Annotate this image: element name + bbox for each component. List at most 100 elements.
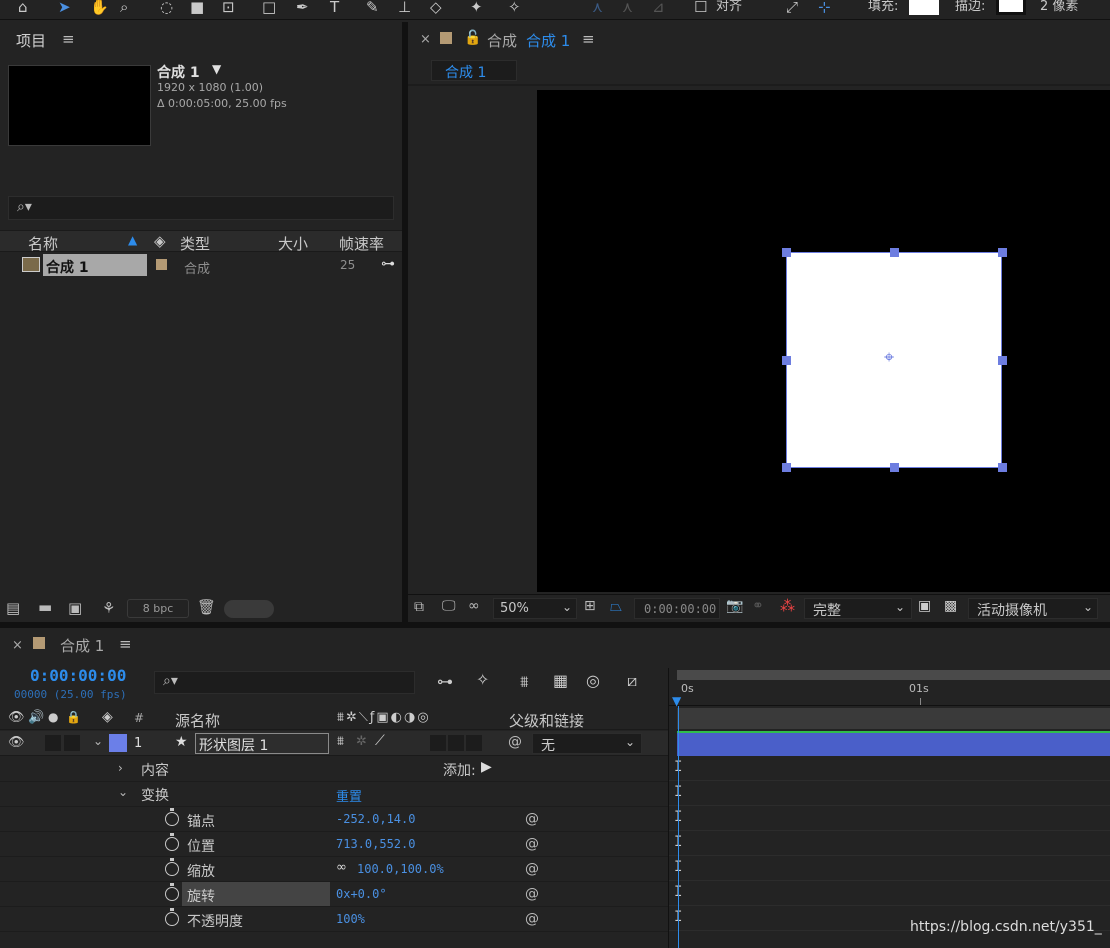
handle-bottom-center[interactable] (890, 463, 899, 472)
video-eye-icon[interactable]: 👁 (8, 710, 25, 725)
column-size[interactable]: 大小 (278, 233, 308, 254)
lock-icon[interactable]: 🔓 (464, 30, 481, 46)
project-settings-icon[interactable]: ⚘ (102, 599, 115, 617)
property-value[interactable]: 0x+0.0° (336, 887, 387, 901)
expression-pickwhip-icon[interactable]: @ (525, 861, 539, 877)
hand-tool-icon[interactable]: ✋ (90, 0, 109, 16)
align-checkbox-icon[interactable]: ☐ (694, 0, 707, 16)
snap-icon-2[interactable]: ⋏ (622, 0, 633, 16)
layer-row[interactable]: 👁 ⌄ 1 ★ 形状图层 1 ⩩ ✲ ⟋ @ 无 ⌄ (0, 731, 668, 756)
property-value[interactable]: 100% (336, 912, 365, 926)
camera-tool-icon[interactable]: ■ (190, 0, 204, 16)
fill-swatch[interactable] (909, 0, 939, 15)
constrain-proportions-icon[interactable]: ∞ (336, 860, 347, 875)
stopwatch-icon[interactable] (165, 908, 179, 926)
label-tag-icon[interactable]: ◈ (102, 709, 113, 725)
collapse-chevron-icon[interactable]: ⌄ (118, 785, 128, 799)
expression-pickwhip-icon[interactable]: @ (525, 911, 539, 927)
pan-behind-tool-icon[interactable]: ⊡ (222, 0, 235, 16)
flowchart-icon[interactable]: ⊶ (381, 256, 395, 272)
audio-icon[interactable]: 🔊 (28, 710, 44, 725)
layer-duration-bar[interactable] (677, 731, 1110, 756)
expression-pickwhip-icon[interactable]: @ (525, 811, 539, 827)
stopwatch-icon[interactable] (165, 808, 179, 826)
comp-mini-flowchart-icon[interactable]: ⊶ (437, 672, 453, 691)
snap-icon-1[interactable]: ⋏ (592, 0, 603, 16)
close-icon[interactable]: × (12, 638, 23, 653)
handle-bottom-left[interactable] (782, 463, 791, 472)
camera-select[interactable]: 活动摄像机 ⌄ (968, 598, 1098, 619)
work-area-bar[interactable] (677, 670, 1110, 680)
property-value[interactable]: 713.0,552.0 (336, 837, 415, 851)
viewer-title-link[interactable]: 合成 1 (526, 30, 570, 51)
caret-down-icon[interactable]: ▼ (212, 62, 221, 76)
label-color-swatch[interactable] (156, 259, 167, 270)
switch-box-1[interactable] (430, 735, 446, 751)
pickwhip-icon[interactable]: @ (508, 734, 522, 750)
trash-icon[interactable]: 🗑 (197, 598, 216, 616)
draft-3d-icon[interactable]: ✧ (476, 670, 489, 689)
thumbnail-slider[interactable] (224, 600, 274, 618)
layer-name-field[interactable]: 形状图层 1 (195, 733, 329, 754)
snapshot-camera-icon[interactable]: 📷 (726, 598, 743, 614)
item-name[interactable]: 合成 1 (46, 257, 89, 277)
resolution-select[interactable]: 完整 ⌄ (804, 598, 912, 619)
handle-bottom-right[interactable] (998, 463, 1007, 472)
parent-select[interactable]: 无 ⌄ (532, 733, 642, 754)
handle-top-center[interactable] (890, 248, 899, 257)
collapse-switch-icon[interactable]: ✲ (356, 734, 367, 749)
cti-head-icon[interactable]: ▼ (672, 694, 681, 708)
snap-icon-3[interactable]: ⊿ (652, 0, 665, 16)
zoom-tool-icon[interactable]: ⌕ (120, 0, 128, 16)
lock-icon[interactable]: 🔒 (66, 710, 81, 724)
add-menu-icon[interactable]: ▶ (481, 759, 492, 775)
new-folder-icon[interactable]: ▬ (38, 598, 52, 616)
clone-stamp-icon[interactable]: ⊥ (398, 0, 411, 16)
column-source-name[interactable]: 源名称 (175, 710, 220, 731)
handle-middle-left[interactable] (782, 356, 791, 365)
panel-menu-icon[interactable]: ≡ (119, 635, 132, 653)
target-icon[interactable]: ⊹ (818, 0, 831, 16)
content-row[interactable]: › 内容 添加: ▶ (0, 757, 668, 782)
grid-guides-icon[interactable]: ⊞ (584, 598, 596, 614)
selection-tool-icon[interactable]: ➤ (58, 0, 71, 16)
current-time-indicator[interactable] (678, 706, 679, 948)
stopwatch-icon[interactable] (165, 858, 179, 876)
handle-top-left[interactable] (782, 248, 791, 257)
column-fps[interactable]: 帧速率 (339, 233, 384, 254)
quality-switch-icon[interactable]: ⟋ (375, 733, 385, 749)
region-of-interest-icon[interactable]: ▣ (918, 598, 931, 614)
property-row-opacity[interactable]: 不透明度 100% @ (0, 907, 668, 932)
interpret-footage-icon[interactable]: ▤ (6, 599, 20, 617)
viewer-timecode-field[interactable]: 0:00:00:00 (634, 598, 720, 619)
label-tag-icon[interactable]: ◈ (154, 232, 166, 250)
stroke-width[interactable]: 2 像素 (1040, 0, 1078, 16)
project-item-row[interactable]: 合成 1 合成 25 ⊶ (0, 254, 402, 277)
home-icon[interactable]: ⌂ (18, 0, 28, 16)
sort-up-icon[interactable]: ▲ (128, 233, 137, 247)
stroke-swatch[interactable] (996, 0, 1026, 15)
expand-chevron-icon[interactable]: › (118, 761, 123, 775)
property-row-position[interactable]: 位置 713.0,552.0 @ (0, 832, 668, 857)
handle-top-right[interactable] (998, 248, 1007, 257)
expression-pickwhip-icon[interactable]: @ (525, 886, 539, 902)
motion-blur-icon[interactable]: ◎ (586, 671, 600, 690)
eraser-tool-icon[interactable]: ◇ (430, 0, 442, 16)
comp-canvas[interactable]: ⌖ (537, 90, 1110, 592)
audio-toggle[interactable] (45, 735, 61, 751)
shy-layers-icon[interactable]: ⩩ (520, 672, 529, 692)
brush-tool-icon[interactable]: ✎ (366, 0, 379, 16)
stopwatch-icon[interactable] (165, 883, 179, 901)
time-ruler[interactable]: 0s 01s (669, 680, 1110, 706)
column-name[interactable]: 名称 (28, 233, 58, 254)
frame-blending-icon[interactable]: ▦ (553, 671, 568, 690)
pen-tool-icon[interactable]: ✒ (296, 0, 309, 16)
show-snapshot-icon[interactable]: ⚭ (752, 598, 764, 614)
zoom-select[interactable]: 50% ⌄ (493, 598, 577, 619)
transparency-grid-icon[interactable]: ▩ (944, 598, 957, 614)
expand-chevron-icon[interactable]: ⌄ (93, 734, 103, 748)
property-row-anchor[interactable]: 锚点 -252.0,14.0 @ (0, 807, 668, 832)
solo-toggle[interactable] (64, 735, 80, 751)
panel-menu-icon[interactable]: ≡ (62, 30, 75, 48)
solo-icon[interactable]: ● (48, 710, 58, 724)
